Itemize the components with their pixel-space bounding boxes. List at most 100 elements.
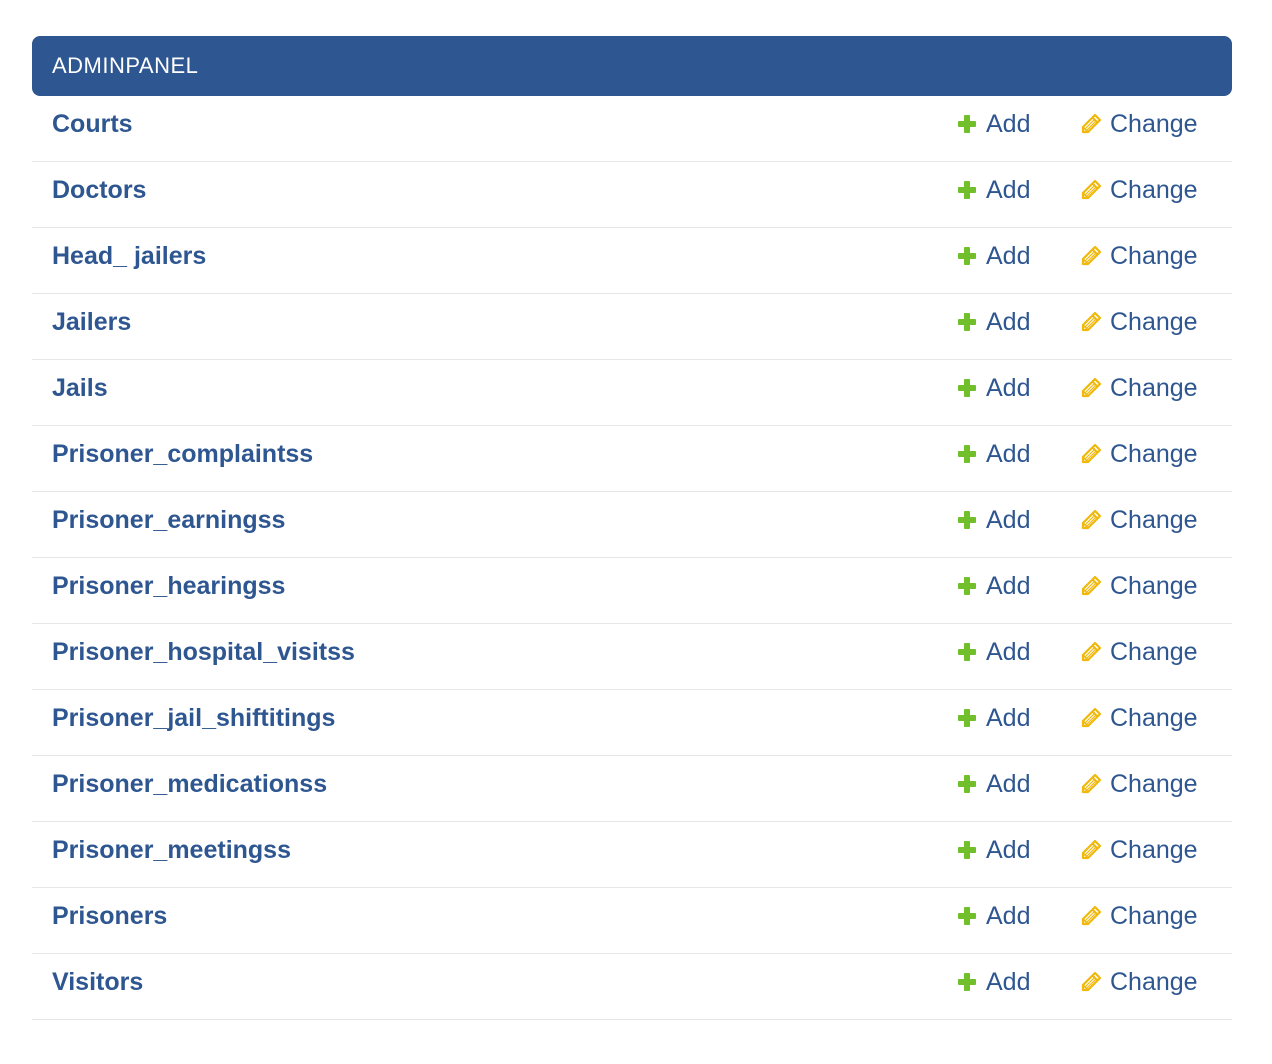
change-link[interactable]: Change [1080,290,1198,354]
model-row: Prisoner_hearingss Add Change [32,558,1232,624]
pencil-icon [1080,443,1102,465]
model-link[interactable]: Visitors [52,950,143,1014]
plus-icon [956,839,978,861]
plus-icon [956,707,978,729]
add-link[interactable]: Add [956,290,1030,354]
model-link[interactable]: Prisoner_complaintss [52,422,313,486]
model-link[interactable]: Jails [52,356,108,420]
model-row: Prisoner_hospital_visitss Add Change [32,624,1232,690]
add-link[interactable]: Add [956,158,1030,222]
add-link[interactable]: Add [956,686,1030,750]
change-link[interactable]: Change [1080,158,1198,222]
model-row: Prisoner_medicationss Add Change [32,756,1232,822]
model-row: Doctors Add Change [32,162,1232,228]
add-label: Add [986,968,1031,996]
add-link[interactable]: Add [956,554,1030,618]
change-link[interactable]: Change [1080,488,1198,552]
change-label: Change [1110,110,1198,138]
change-label: Change [1110,770,1198,798]
add-label: Add [986,572,1031,600]
plus-icon [956,377,978,399]
model-link[interactable]: Prisoner_meetingss [52,818,291,882]
model-row: Jails Add Change [32,360,1232,426]
plus-icon [956,905,978,927]
add-link[interactable]: Add [956,752,1030,816]
adminpanel-module: ADMINPANEL Courts Add Change Doctors Add… [32,36,1232,1020]
change-label: Change [1110,638,1198,666]
add-link[interactable]: Add [956,356,1030,420]
pencil-icon [1080,245,1102,267]
pencil-icon [1080,641,1102,663]
model-row: Prisoner_complaintss Add Change [32,426,1232,492]
change-label: Change [1110,506,1198,534]
change-link[interactable]: Change [1080,422,1198,486]
model-row: Visitors Add Change [32,954,1232,1020]
change-label: Change [1110,704,1198,732]
change-link[interactable]: Change [1080,620,1198,684]
model-link[interactable]: Head_ jailers [52,224,206,288]
add-label: Add [986,374,1031,402]
model-link[interactable]: Doctors [52,158,146,222]
change-label: Change [1110,572,1198,600]
change-label: Change [1110,242,1198,270]
model-row: Courts Add Change [32,96,1232,162]
change-link[interactable]: Change [1080,818,1198,882]
pencil-icon [1080,179,1102,201]
model-row: Prisoners Add Change [32,888,1232,954]
add-label: Add [986,110,1031,138]
pencil-icon [1080,113,1102,135]
add-link[interactable]: Add [956,92,1030,156]
add-label: Add [986,902,1031,930]
plus-icon [956,575,978,597]
change-link[interactable]: Change [1080,92,1198,156]
change-link[interactable]: Change [1080,224,1198,288]
add-link[interactable]: Add [956,620,1030,684]
add-link[interactable]: Add [956,950,1030,1014]
plus-icon [956,113,978,135]
model-row: Prisoner_jail_shiftitings Add Change [32,690,1232,756]
change-link[interactable]: Change [1080,686,1198,750]
model-link[interactable]: Prisoner_hospital_visitss [52,620,355,684]
pencil-icon [1080,905,1102,927]
pencil-icon [1080,377,1102,399]
add-label: Add [986,704,1031,732]
model-link[interactable]: Prisoner_earningss [52,488,285,552]
model-link[interactable]: Jailers [52,290,131,354]
add-label: Add [986,242,1031,270]
plus-icon [956,245,978,267]
plus-icon [956,443,978,465]
add-link[interactable]: Add [956,224,1030,288]
pencil-icon [1080,839,1102,861]
change-label: Change [1110,374,1198,402]
module-caption[interactable]: ADMINPANEL [32,36,1232,96]
plus-icon [956,971,978,993]
plus-icon [956,773,978,795]
model-link[interactable]: Prisoners [52,884,167,948]
change-link[interactable]: Change [1080,554,1198,618]
add-label: Add [986,506,1031,534]
pencil-icon [1080,971,1102,993]
change-link[interactable]: Change [1080,884,1198,948]
change-label: Change [1110,902,1198,930]
model-row: Head_ jailers Add Change [32,228,1232,294]
change-link[interactable]: Change [1080,752,1198,816]
model-row: Prisoner_meetingss Add Change [32,822,1232,888]
change-link[interactable]: Change [1080,950,1198,1014]
add-link[interactable]: Add [956,422,1030,486]
change-link[interactable]: Change [1080,356,1198,420]
plus-icon [956,509,978,531]
pencil-icon [1080,707,1102,729]
plus-icon [956,311,978,333]
add-label: Add [986,836,1031,864]
model-list: Courts Add Change Doctors Add Change Hea… [32,96,1232,1020]
model-link[interactable]: Prisoner_jail_shiftitings [52,686,335,750]
add-link[interactable]: Add [956,884,1030,948]
model-link[interactable]: Courts [52,92,133,156]
add-link[interactable]: Add [956,488,1030,552]
pencil-icon [1080,773,1102,795]
model-link[interactable]: Prisoner_medicationss [52,752,327,816]
model-link[interactable]: Prisoner_hearingss [52,554,285,618]
add-label: Add [986,308,1031,336]
add-link[interactable]: Add [956,818,1030,882]
change-label: Change [1110,836,1198,864]
